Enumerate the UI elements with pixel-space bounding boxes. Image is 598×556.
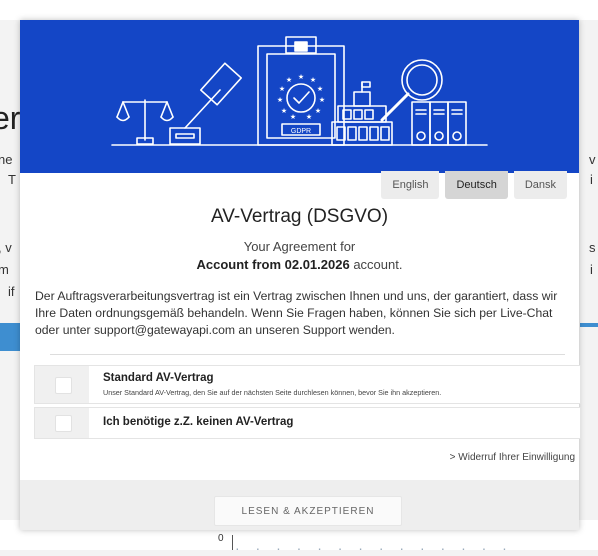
gdpr-illustration: GDPR ★ ★ ★ ★ ★ ★ ★ ★ ★ ★ ★ — [111, 36, 488, 146]
account-suffix: account. — [349, 257, 403, 272]
dialog-footer: LESEN & AKZEPTIEREN — [20, 480, 579, 530]
background-text-fragment: ne — [0, 152, 13, 167]
background-title-fragment: er — [0, 100, 21, 136]
dialog-subtitle: Your Agreement for — [243, 239, 356, 254]
no-contract-checkbox[interactable] — [55, 415, 72, 432]
option-standard-contract[interactable]: Standard AV-Vertrag Unser Standard AV-Ve… — [34, 365, 581, 404]
svg-text:★: ★ — [286, 76, 292, 84]
background-text-fragment: if — [8, 284, 15, 299]
background-text-fragment: i — [590, 262, 593, 277]
gdpr-modal: GDPR ★ ★ ★ ★ ★ ★ ★ ★ ★ ★ ★ English Deuts… — [20, 20, 581, 530]
background-accent-bar — [580, 323, 598, 327]
background-text-fragment: s — [589, 240, 596, 255]
svg-text:★: ★ — [315, 107, 321, 115]
background-text-fragment: 0 — [218, 533, 224, 544]
scales-icon — [116, 99, 174, 145]
background-separator — [232, 535, 233, 550]
building-icon — [331, 81, 393, 146]
gdpr-label: GDPR — [291, 128, 311, 135]
background-text-fragment: m — [0, 262, 9, 277]
tab-dansk[interactable]: Dansk — [513, 171, 567, 199]
tab-english[interactable]: English — [381, 171, 440, 199]
option-title: Standard AV-Vertrag — [103, 372, 214, 384]
svg-text:★: ★ — [317, 85, 323, 93]
svg-text:★: ★ — [306, 113, 312, 121]
background-text-fragment: i — [590, 172, 593, 187]
option-description: Unser Standard AV-Vertrag, den Sie auf d… — [103, 388, 442, 397]
gdpr-banner: GDPR ★ ★ ★ ★ ★ ★ ★ ★ ★ ★ ★ — [20, 20, 579, 173]
read-accept-button[interactable]: LESEN & AKZEPTIEREN — [214, 496, 402, 526]
tab-deutsch[interactable]: Deutsch — [445, 171, 508, 199]
svg-text:★: ★ — [319, 96, 325, 104]
withdraw-consent-link[interactable]: > Widerruf Ihrer Einwilligung — [450, 452, 575, 463]
standard-contract-checkbox[interactable] — [55, 376, 72, 394]
svg-text:★: ★ — [279, 85, 285, 93]
background-text-fragment: , v — [0, 240, 12, 255]
checkbox-cell — [35, 408, 89, 438]
dialog-title: AV-Vertrag (DSGVO) — [210, 206, 389, 227]
svg-text:★: ★ — [281, 107, 287, 115]
checkbox-cell — [35, 366, 89, 403]
background-text-fragment: T — [8, 172, 16, 187]
svg-text:★: ★ — [298, 73, 304, 81]
background-text-fragment: v — [589, 152, 596, 167]
background-accent-bar — [0, 323, 20, 351]
gavel-icon — [169, 62, 243, 145]
background-dots: · · · · · · · · · · · · · · — [235, 540, 513, 556]
option-no-contract[interactable]: Ich benötige z.Z. keinen AV-Vertrag — [34, 407, 581, 439]
svg-text:★: ★ — [277, 96, 283, 104]
svg-text:★: ★ — [310, 76, 316, 84]
option-title: Ich benötige z.Z. keinen AV-Vertrag — [103, 416, 294, 428]
account-line: Account from 02.01.2026 account. — [20, 257, 579, 272]
background-header — [0, 0, 598, 20]
binders-icon — [411, 101, 467, 146]
account-name: Account from 02.01.2026 — [196, 257, 350, 272]
svg-text:★: ★ — [290, 113, 296, 121]
divider — [50, 354, 565, 355]
dialog-description: Der Auftragsverarbeitungsvertrag ist ein… — [35, 289, 558, 337]
language-tabs: English Deutsch Dansk — [381, 171, 567, 199]
